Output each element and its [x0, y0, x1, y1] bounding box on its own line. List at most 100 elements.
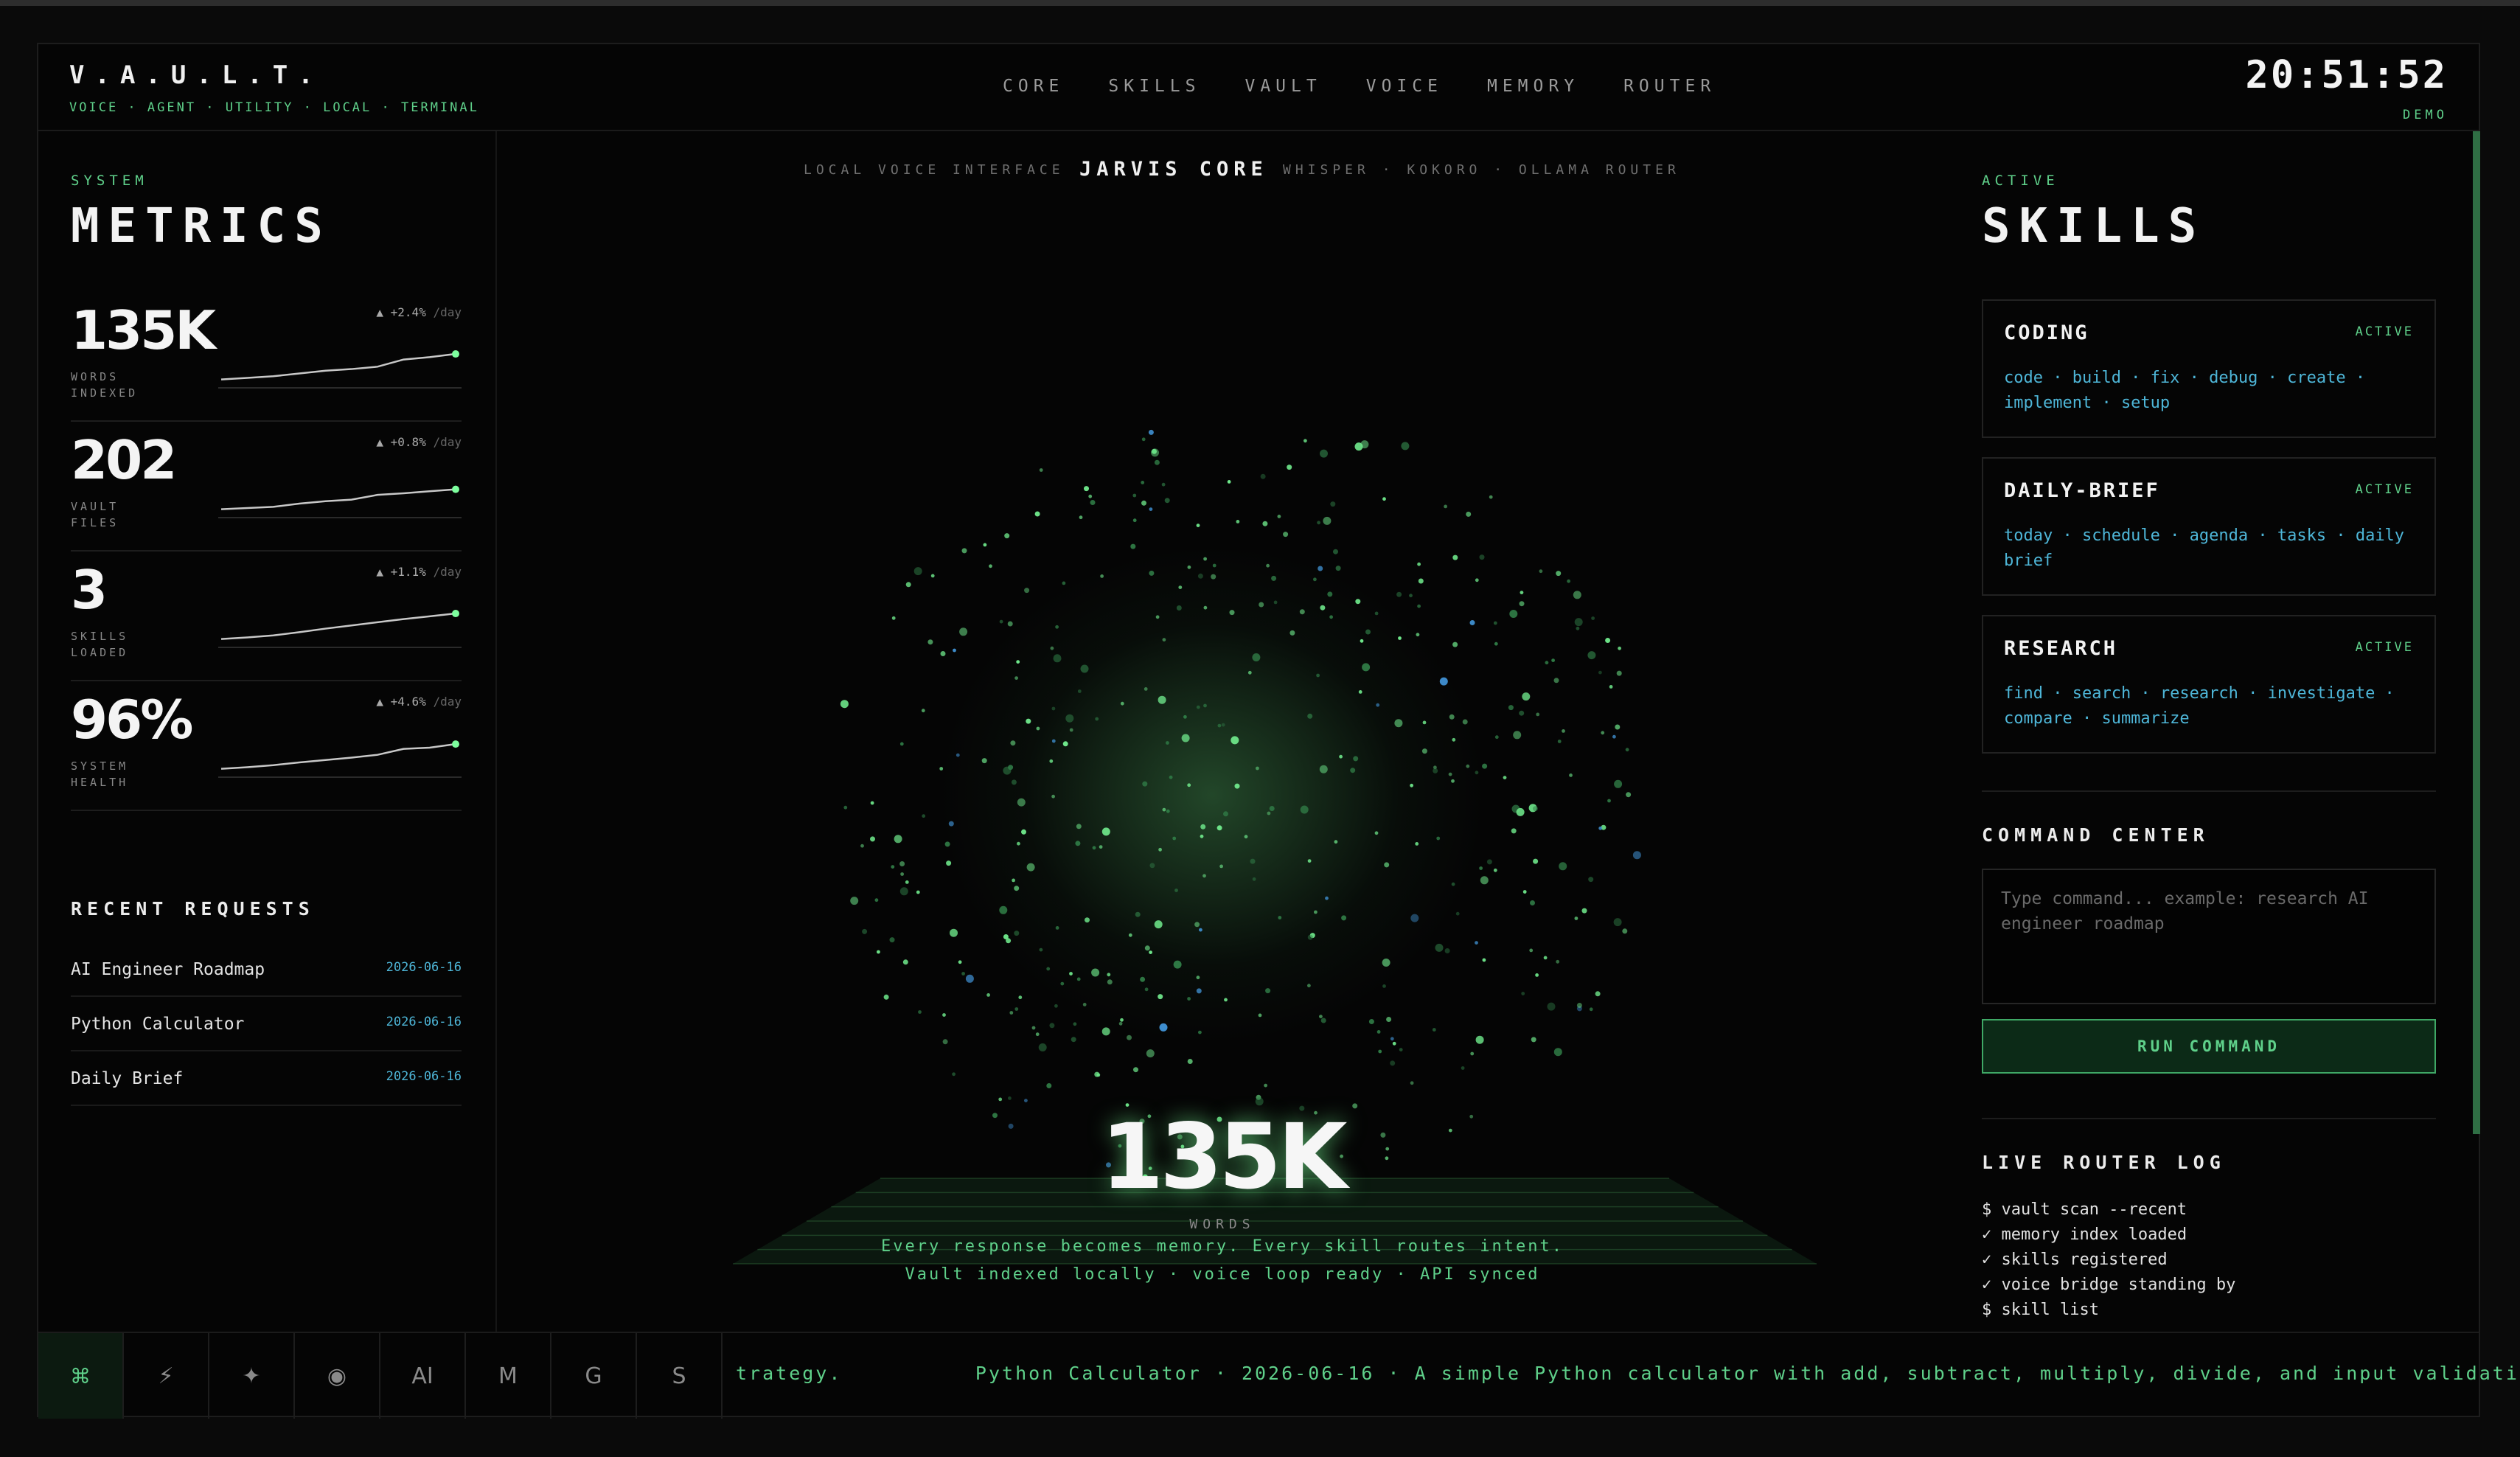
- particle: [1149, 507, 1153, 511]
- particle: [1166, 741, 1169, 745]
- particle: [1573, 591, 1581, 599]
- particle: [1262, 521, 1268, 526]
- particle: [1325, 896, 1329, 900]
- particle: [1135, 911, 1141, 917]
- particle: [1320, 1018, 1326, 1023]
- run-command-button[interactable]: RUN COMMAND: [1982, 1019, 2436, 1074]
- particle: [1051, 706, 1056, 711]
- nav-core[interactable]: CORE: [1003, 77, 1064, 96]
- particle: [930, 574, 935, 578]
- particle: [1360, 639, 1364, 643]
- clock: 20:51:52: [2245, 53, 2448, 97]
- particle: [1011, 779, 1017, 785]
- particle: [1433, 768, 1438, 773]
- particle: [1024, 588, 1030, 594]
- particle: [1307, 859, 1312, 863]
- dock-g[interactable]: G: [551, 1333, 637, 1419]
- log-line: ✓ memory index loaded: [1982, 1225, 2187, 1244]
- particle: [1278, 916, 1282, 919]
- particle: [1181, 734, 1190, 743]
- skill-card-research[interactable]: RESEARCH ACTIVE find · search · research…: [1982, 615, 2436, 754]
- nav-memory[interactable]: MEMORY: [1487, 77, 1579, 96]
- nav-router[interactable]: ROUTER: [1623, 77, 1716, 96]
- skill-status: ACTIVE: [2355, 324, 2414, 339]
- metric-value: 3: [71, 559, 108, 621]
- particle: [1076, 977, 1081, 981]
- particle: [1479, 554, 1485, 560]
- particle: [1039, 947, 1043, 952]
- particle: [922, 814, 926, 818]
- particle: [1289, 630, 1295, 636]
- particle: [1026, 863, 1035, 872]
- particle: [870, 801, 874, 805]
- particle: [891, 616, 896, 620]
- particle: [1480, 876, 1489, 885]
- command-icon[interactable]: ⌘: [38, 1333, 124, 1419]
- particle: [1212, 563, 1217, 568]
- request-item[interactable]: Python Calculator 2026-06-16: [71, 995, 462, 1051]
- particle: [894, 835, 902, 844]
- particle: [1152, 448, 1157, 454]
- request-item[interactable]: AI Engineer Roadmap 2026-06-16: [71, 941, 462, 997]
- particle: [1196, 705, 1200, 709]
- particle: [1223, 811, 1228, 817]
- particle: [1386, 1017, 1392, 1022]
- request-item[interactable]: Daily Brief 2026-06-16: [71, 1050, 462, 1106]
- nav-skills[interactable]: SKILLS: [1108, 77, 1200, 96]
- particle: [1166, 809, 1170, 813]
- skill-card-daily-brief[interactable]: DAILY-BRIEF ACTIVE today · schedule · ag…: [1982, 457, 2436, 596]
- bolt-icon[interactable]: ⚡: [124, 1333, 209, 1419]
- particle: [1130, 543, 1136, 549]
- log-line: $ skill list: [1982, 1301, 2099, 1319]
- particle: [1200, 834, 1204, 838]
- particle: [1100, 574, 1104, 578]
- particle: [1591, 616, 1595, 620]
- particle: [1049, 1023, 1055, 1029]
- particle: [1060, 981, 1065, 986]
- particle: [1196, 988, 1202, 994]
- dock-ai[interactable]: AI: [380, 1333, 466, 1419]
- particle: [1511, 828, 1517, 834]
- mode-badge: DEMO: [2403, 108, 2448, 122]
- dock: ⌘ ⚡ ✦ ◉ AI M G S: [38, 1333, 723, 1419]
- sparkle-icon[interactable]: ✦: [209, 1333, 295, 1419]
- command-input[interactable]: [1982, 869, 2436, 1004]
- skill-name: CODING: [2004, 321, 2089, 344]
- particle: [1085, 917, 1090, 923]
- particle: [998, 1097, 1003, 1102]
- dock-s[interactable]: S: [637, 1333, 723, 1419]
- scrollbar[interactable]: [2473, 131, 2480, 1134]
- nav-voice[interactable]: VOICE: [1366, 77, 1443, 96]
- particle: [1038, 1043, 1047, 1051]
- sparkline-path: [220, 612, 456, 640]
- sparkline-endpoint: [452, 350, 459, 358]
- particle: [1417, 562, 1421, 566]
- particle: [916, 890, 920, 894]
- metric-card: 135K WORDS INDEXED ▲ +2.4% /day: [71, 292, 462, 422]
- particle: [1187, 783, 1191, 787]
- particle: [1051, 794, 1055, 799]
- particle: [1148, 429, 1154, 435]
- particle: [1303, 439, 1307, 443]
- particle: [1269, 806, 1275, 811]
- particle: [1475, 578, 1479, 583]
- particle: [1601, 731, 1605, 735]
- particle: [1149, 863, 1155, 869]
- dock-m[interactable]: M: [466, 1333, 551, 1419]
- particle: [1065, 714, 1074, 723]
- particle: [1120, 701, 1124, 706]
- metric-value: 202: [71, 429, 177, 491]
- metric-card: 202 VAULT FILES ▲ +0.8% /day: [71, 422, 462, 552]
- nav-vault[interactable]: VAULT: [1245, 77, 1321, 96]
- particle: [1556, 959, 1560, 964]
- activity-ticker: trategy. Python Calculator · 2026-06-16 …: [736, 1363, 2520, 1384]
- particle: [1320, 449, 1328, 458]
- skill-card-coding[interactable]: CODING ACTIVE code · build · fix · debug…: [1982, 299, 2436, 438]
- target-icon[interactable]: ◉: [295, 1333, 380, 1419]
- particle: [1475, 1035, 1484, 1044]
- particle: [1202, 874, 1206, 878]
- particle: [1529, 948, 1534, 953]
- particle: [870, 836, 875, 842]
- particle: [1587, 651, 1596, 660]
- metric-label: VAULT FILES: [71, 500, 119, 529]
